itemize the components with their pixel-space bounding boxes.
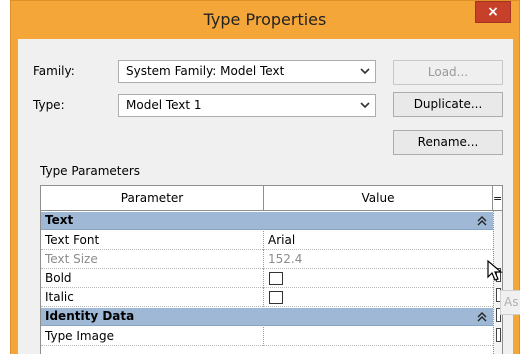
duplicate-button[interactable]: Duplicate... [393,92,503,117]
param-value[interactable]: Arial [268,233,295,247]
group-title: Identity Data [45,309,135,323]
type-select-value: Model Text 1 [126,98,202,112]
family-select[interactable]: System Family: Model Text [118,60,376,83]
param-name: Type Image [45,329,114,343]
partial-button[interactable]: As [500,290,520,315]
param-name: Text Size [45,252,98,266]
group-header-text[interactable]: Text [41,212,493,230]
scroll-marker [496,328,501,342]
collapse-chevrons-icon[interactable] [477,216,487,226]
type-select[interactable]: Model Text 1 [118,94,376,117]
rename-button[interactable]: Rename... [393,130,503,155]
param-row-text-size[interactable]: Text Size 152.4 [41,250,493,269]
dialog-body: Family: System Family: Model Text Load..… [18,39,513,354]
load-button[interactable]: Load... [393,60,503,85]
type-parameters-grid[interactable]: Parameter Value = Text Text Font Arial T… [40,185,503,354]
collapse-chevrons-icon[interactable] [477,312,487,322]
type-properties-dialog: Type Properties × Family: System Family:… [10,0,520,354]
bold-checkbox[interactable] [269,272,283,285]
parameter-column-header[interactable]: Parameter [41,186,264,211]
value-column-header[interactable]: Value [264,186,493,211]
type-label: Type: [33,98,65,112]
close-button[interactable]: × [475,1,511,23]
family-select-value: System Family: Model Text [126,64,285,78]
dialog-title: Type Properties [203,10,327,29]
group-title: Text [45,213,74,227]
param-row-bold[interactable]: Bold [41,269,493,288]
group-header-identity-data[interactable]: Identity Data [41,308,493,326]
param-name: Italic [45,290,74,304]
chevron-down-icon [360,68,370,75]
param-row-type-image[interactable]: Type Image [41,327,493,346]
cell-divider [263,288,264,307]
param-row-italic[interactable]: Italic [41,288,493,307]
family-label: Family: [33,64,75,78]
param-row-text-font[interactable]: Text Font Arial [41,231,493,250]
cell-divider [263,269,264,288]
param-name: Bold [45,271,72,285]
param-name: Text Font [45,233,100,247]
mouse-pointer-icon [487,260,503,281]
grid-header: Parameter Value = [41,186,502,211]
title-bar[interactable]: Type Properties × [11,1,519,39]
cell-divider [263,231,264,250]
sort-column-button[interactable]: = [493,186,502,211]
cell-divider [263,250,264,269]
chevron-down-icon [360,102,370,109]
grid-scroll-strip[interactable] [493,211,502,354]
type-parameters-heading: Type Parameters [40,164,141,178]
italic-checkbox[interactable] [269,291,283,304]
cell-divider [263,327,264,346]
param-value[interactable]: 152.4 [268,252,302,266]
